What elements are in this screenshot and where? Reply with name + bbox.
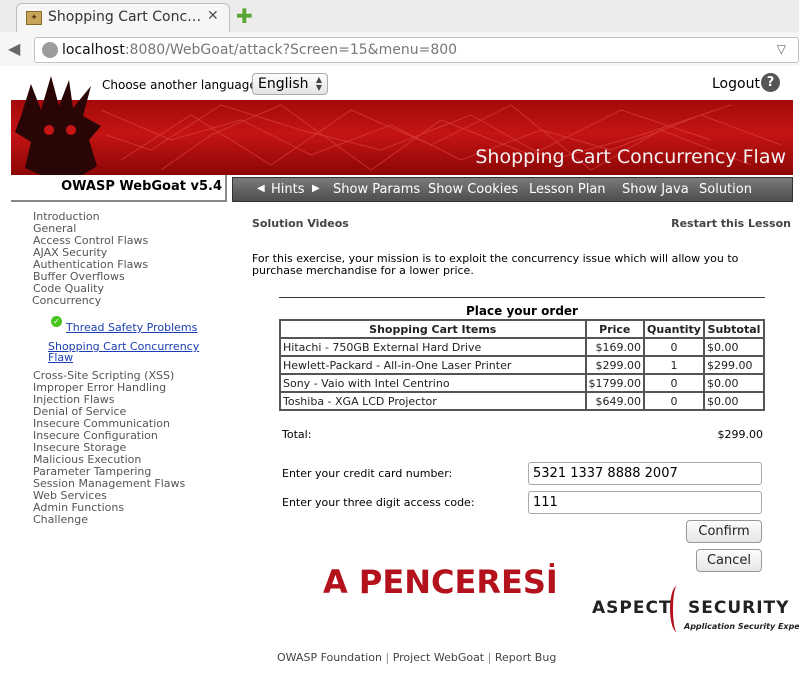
next-hint-icon[interactable]: ▶	[312, 183, 320, 194]
shopping-cart-table: Shopping Cart Items Price Quantity Subto…	[279, 319, 765, 411]
item-cell: Sony - Vaio with Intel Centrino	[279, 373, 587, 393]
back-arrow-icon[interactable]: ◀	[8, 39, 20, 58]
lesson-plan-menu[interactable]: Lesson Plan	[529, 182, 606, 197]
item-cell: Hitachi - 750GB External Hard Drive	[279, 337, 587, 357]
confirm-button[interactable]: Confirm	[686, 520, 762, 543]
subtotal-cell: $299.00	[703, 355, 765, 375]
aspect-security-logo: ASPECT SECURITY Application Security Exp…	[590, 586, 799, 636]
credit-card-input[interactable]	[528, 462, 762, 485]
aspect-arc-icon	[670, 586, 684, 632]
total-value: $299.00	[717, 428, 764, 441]
tab-strip: ✦ Shopping Cart Conc… ✕ ✚	[0, 0, 799, 32]
item-cell: Hewlett-Packard - All-in-One Laser Print…	[279, 355, 587, 375]
address-bar[interactable]: localhost:8080/WebGoat/attack?Screen=15&…	[34, 37, 799, 63]
browser-toolbar: ◀ localhost:8080/WebGoat/attack?Screen=1…	[0, 32, 799, 66]
browser-tab[interactable]: ✦ Shopping Cart Conc… ✕	[16, 3, 230, 32]
url-dropdown-icon[interactable]: ▽	[777, 42, 786, 56]
lesson-sidebar: Introduction General Access Control Flaw…	[32, 211, 223, 307]
access-code-input[interactable]	[528, 491, 762, 514]
lesson-title: Shopping Cart Concurrency Flaw	[475, 146, 786, 168]
quantity-cell[interactable]: 0	[643, 391, 705, 411]
aspect-tagline: Application Security Experts	[684, 622, 799, 631]
footer-link-report-bug[interactable]: Report Bug	[495, 651, 556, 664]
url-text[interactable]: localhost:8080/WebGoat/attack?Screen=15&…	[62, 42, 457, 58]
security-logo-word: SECURITY	[688, 598, 790, 618]
language-select[interactable]: English ▲ ▼	[252, 73, 328, 95]
column-header-price: Price	[584, 319, 646, 339]
footer-link-project[interactable]: Project WebGoat	[393, 651, 484, 664]
sidebar-link-thread-safety[interactable]: Thread Safety Problems	[66, 322, 197, 333]
new-tab-icon[interactable]: ✚	[236, 4, 253, 28]
access-code-label: Enter your three digit access code:	[282, 496, 475, 509]
restart-lesson-link[interactable]: Restart this Lesson	[671, 217, 791, 230]
lesson-menubar: ◀ Hints ▶ Show Params Show Cookies Lesso…	[232, 177, 793, 202]
sidebar-item-concurrency[interactable]: Concurrency	[32, 295, 223, 307]
lesson-instructions: For this exercise, your mission is to ex…	[252, 252, 739, 277]
lesson-banner: Shopping Cart Concurrency Flaw	[11, 100, 793, 175]
logout-link[interactable]: Logout	[712, 76, 760, 92]
table-row: Sony - Vaio with Intel Centrino $1799.00…	[279, 373, 765, 393]
sidebar-item-challenge[interactable]: Challenge	[33, 514, 223, 526]
cancel-button[interactable]: Cancel	[696, 549, 762, 572]
language-value: English	[258, 76, 309, 92]
solution-videos-link[interactable]: Solution Videos	[252, 217, 349, 230]
subtotal-cell: $0.00	[703, 373, 765, 393]
show-params-menu[interactable]: Show Params	[333, 182, 420, 197]
column-header-subtotal: Subtotal	[703, 319, 765, 339]
select-arrows-icon: ▲ ▼	[315, 75, 322, 92]
hints-menu[interactable]: Hints	[271, 182, 305, 197]
footer-separator: |	[487, 651, 492, 664]
globe-icon	[42, 42, 58, 58]
table-row: Hitachi - 750GB External Hard Drive $169…	[279, 337, 765, 357]
previous-hint-icon[interactable]: ◀	[257, 183, 265, 194]
solution-menu[interactable]: Solution	[699, 182, 752, 197]
brand-text: OWASP WebGoat v5.4	[61, 179, 222, 194]
url-host: localhost	[62, 42, 125, 58]
quantity-cell[interactable]: 1	[643, 355, 705, 375]
show-java-menu[interactable]: Show Java	[622, 182, 689, 197]
language-label: Choose another language:	[102, 78, 261, 92]
footer-link-owasp[interactable]: OWASP Foundation	[277, 651, 382, 664]
total-label: Total:	[282, 428, 312, 441]
quantity-cell[interactable]: 0	[643, 337, 705, 357]
item-cell: Toshiba - XGA LCD Projector	[279, 391, 587, 411]
sidebar-link-cart-concurrency-line2[interactable]: Flaw	[48, 352, 73, 363]
close-tab-icon[interactable]: ✕	[207, 8, 219, 24]
page-footer: OWASP Foundation | Project WebGoat | Rep…	[277, 651, 556, 664]
table-row: Hewlett-Packard - All-in-One Laser Print…	[279, 355, 765, 375]
table-row: Toshiba - XGA LCD Projector $649.00 0 $0…	[279, 391, 765, 411]
price-cell: $299.00	[584, 355, 646, 375]
completed-check-icon: ✓	[51, 316, 62, 327]
url-path: :8080/WebGoat/attack?Screen=15&menu=800	[124, 42, 458, 58]
browser-chrome: ✦ Shopping Cart Conc… ✕ ✚ ◀ localhost:80…	[0, 0, 799, 66]
footer-separator: |	[385, 651, 390, 664]
aspect-logo-word: ASPECT	[592, 598, 672, 618]
order-title: Place your order	[466, 304, 578, 318]
subtotal-cell: $0.00	[703, 391, 765, 411]
credit-card-label: Enter your credit card number:	[282, 467, 453, 480]
overlay-caption: A PENCERESİ	[323, 563, 558, 601]
lesson-sidebar-lower: Cross-Site Scripting (XSS) Improper Erro…	[33, 370, 223, 526]
tab-title: Shopping Cart Conc…	[48, 9, 202, 25]
order-divider	[279, 297, 765, 298]
price-cell: $649.00	[584, 391, 646, 411]
price-cell: $169.00	[584, 337, 646, 357]
brand-box: OWASP WebGoat v5.4	[11, 175, 227, 202]
column-header-quantity: Quantity	[643, 319, 705, 339]
quantity-cell[interactable]: 0	[643, 373, 705, 393]
column-header-items: Shopping Cart Items	[279, 319, 587, 339]
table-header-row: Shopping Cart Items Price Quantity Subto…	[279, 319, 765, 339]
show-cookies-menu[interactable]: Show Cookies	[428, 182, 518, 197]
help-icon[interactable]: ?	[761, 73, 780, 92]
subtotal-cell: $0.00	[703, 337, 765, 357]
webgoat-favicon-icon: ✦	[26, 11, 42, 25]
price-cell: $1799.00	[584, 373, 646, 393]
